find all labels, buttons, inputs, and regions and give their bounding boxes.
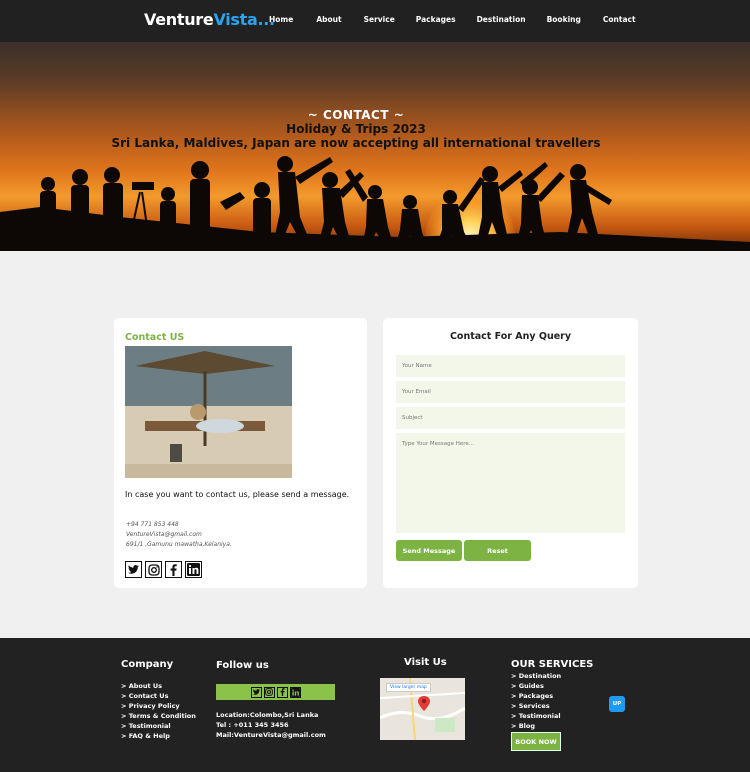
footer-link-testimonial[interactable]: > Testimonial: [121, 721, 196, 731]
visit-heading: Visit Us: [404, 657, 447, 668]
book-now-button[interactable]: BOOK NOW: [511, 732, 561, 751]
services-heading: OUR SERVICES: [511, 659, 594, 670]
service-link-destination[interactable]: > Destination: [511, 671, 561, 681]
nav-link-home[interactable]: Home: [269, 15, 293, 24]
footer-linkedin-icon[interactable]: [289, 686, 301, 698]
company-links: > About Us > Contact Us > Privacy Policy…: [121, 681, 196, 741]
nav-link-service[interactable]: Service: [364, 15, 395, 24]
footer-social-bar: [216, 684, 335, 700]
scroll-up-button[interactable]: UP: [609, 696, 625, 712]
nav-link-packages[interactable]: Packages: [416, 15, 456, 24]
footer-link-privacy[interactable]: > Privacy Policy: [121, 701, 196, 711]
linkedin-icon[interactable]: [185, 561, 202, 578]
contact-email[interactable]: VentureVista@gmail.com: [126, 531, 202, 538]
footer-link-about[interactable]: > About Us: [121, 681, 196, 691]
query-form-card: Contact For Any Query Your Name Your Ema…: [383, 318, 638, 588]
service-link-services[interactable]: > Services: [511, 701, 561, 711]
twitter-icon[interactable]: [125, 561, 142, 578]
hero-tagline: Sri Lanka, Maldives, Japan are now accep…: [111, 136, 601, 150]
nav-link-booking[interactable]: Booking: [547, 15, 581, 24]
email-input[interactable]: Your Email: [396, 381, 625, 403]
follow-heading: Follow us: [216, 660, 269, 671]
facebook-icon[interactable]: [165, 561, 182, 578]
service-link-guides[interactable]: > Guides: [511, 681, 561, 691]
contact-heading: Contact US: [125, 332, 185, 343]
footer-instagram-icon[interactable]: [263, 686, 275, 698]
hero-banner: ~ CONTACT ~ Holiday & Trips 2023 Sri Lan…: [0, 42, 750, 251]
hero-title: ~ CONTACT ~: [307, 108, 405, 122]
footer-mail: Mail:VentureVista@gmail.com: [216, 731, 326, 739]
service-link-packages[interactable]: > Packages: [511, 691, 561, 701]
footer-link-contact[interactable]: > Contact Us: [121, 691, 196, 701]
nav-link-about[interactable]: About: [316, 15, 341, 24]
social-links: [125, 561, 205, 578]
contact-address: 691/1 ,Gamunu mawatha,Kelaniya.: [126, 541, 232, 548]
contact-message: In case you want to contact us, please s…: [125, 490, 350, 499]
send-message-button[interactable]: Send Message: [396, 540, 462, 561]
hero-subtitle: Holiday & Trips 2023: [286, 122, 426, 136]
company-heading: Company: [121, 659, 174, 670]
footer-link-terms[interactable]: > Terms & Condition: [121, 711, 196, 721]
logo-text: Venture: [144, 10, 214, 29]
footer-twitter-icon[interactable]: [250, 686, 262, 698]
footer-facebook-icon[interactable]: [276, 686, 288, 698]
instagram-icon[interactable]: [145, 561, 162, 578]
site-footer: Company > About Us > Contact Us > Privac…: [0, 638, 750, 772]
view-larger-map-link[interactable]: View larger map: [386, 683, 431, 692]
footer-link-faq[interactable]: > FAQ & Help: [121, 731, 196, 741]
footer-location: Location:Colombo,Sri Lanka: [216, 711, 319, 719]
nav-link-destination[interactable]: Destination: [477, 15, 526, 24]
beach-photo-image: [125, 346, 292, 478]
contact-info-card: Contact US In case you want to contact u…: [114, 318, 367, 588]
top-navbar: VentureVista... Home About Service Packa…: [0, 0, 750, 42]
subject-input[interactable]: Subject: [396, 407, 625, 429]
service-link-testimonial[interactable]: > Testimonial: [511, 711, 561, 721]
footer-tel: Tel : +011 345 3456: [216, 721, 289, 729]
contact-phone: +94 771 853 448: [126, 521, 179, 528]
message-textarea[interactable]: Type Your Message Here...: [396, 433, 625, 533]
nav-links: Home About Service Packages Destination …: [256, 15, 636, 24]
reset-button[interactable]: Reset: [464, 540, 531, 561]
location-map[interactable]: View larger map: [380, 678, 465, 740]
service-link-blog[interactable]: > Blog: [511, 721, 561, 731]
nav-link-contact[interactable]: Contact: [603, 15, 636, 24]
services-links: > Destination > Guides > Packages > Serv…: [511, 671, 561, 731]
query-form-title: Contact For Any Query: [449, 331, 572, 342]
name-input[interactable]: Your Name: [396, 355, 625, 377]
